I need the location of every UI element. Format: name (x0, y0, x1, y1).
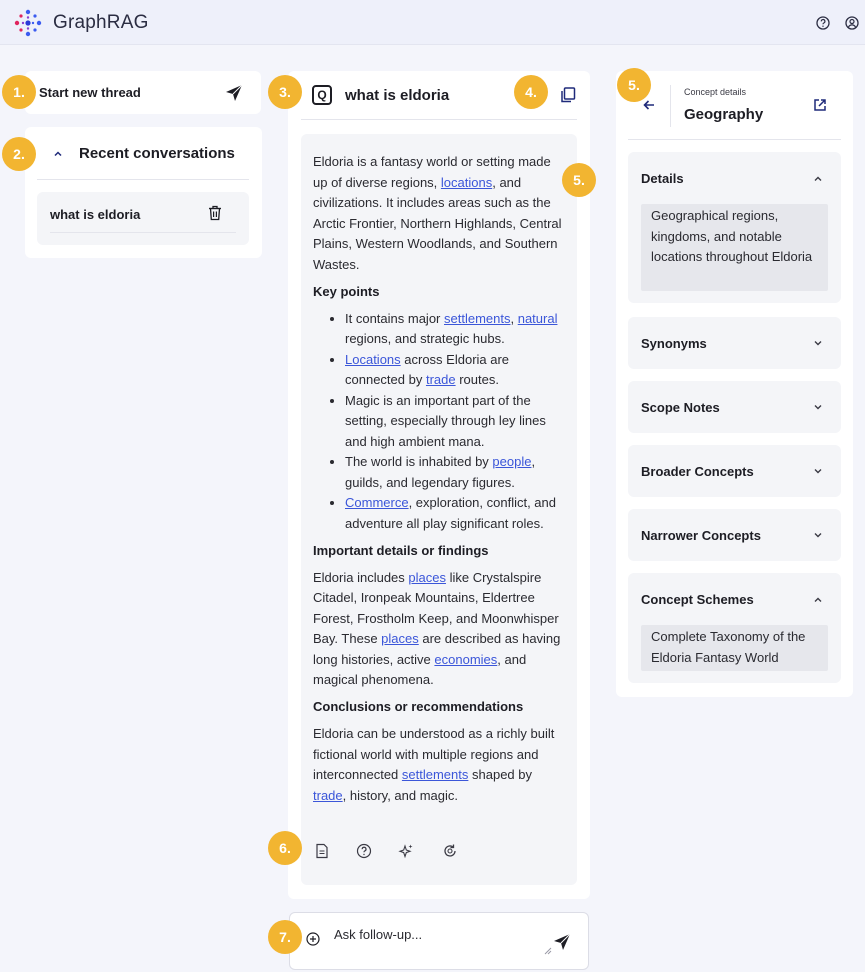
brand-name: GraphRAG (53, 12, 149, 33)
link-trade[interactable]: trade (426, 372, 456, 387)
concept-details-panel: Concept details Geography Details Geogra… (616, 71, 853, 697)
question-title: what is eldoria (345, 87, 450, 104)
annotation-badge: 1. (2, 75, 36, 109)
link-natural[interactable]: natural (518, 311, 558, 326)
section-narrower-concepts[interactable]: Narrower Concepts (628, 509, 841, 561)
section-details: Details Geographical regions, kingdoms, … (628, 152, 841, 303)
conversation-item[interactable]: what is eldoria (37, 192, 249, 245)
section-details-title: Details (641, 171, 684, 186)
divider (670, 85, 671, 127)
section-concept-schemes-title: Concept Schemes (641, 592, 754, 607)
list-item: Commerce, exploration, conflict, and adv… (345, 493, 565, 534)
link-places[interactable]: places (381, 631, 419, 646)
follow-up-composer (289, 912, 589, 970)
list-item: Magic is an important part of the settin… (345, 391, 565, 453)
link-places[interactable]: places (408, 570, 446, 585)
add-attachment-icon[interactable] (306, 932, 320, 946)
link-settlements[interactable]: settlements (444, 311, 510, 326)
section-broader-concepts[interactable]: Broader Concepts (628, 445, 841, 497)
start-new-thread-label: Start new thread (39, 85, 141, 100)
section-synonyms-title: Synonyms (641, 336, 707, 351)
link-trade[interactable]: trade (313, 788, 343, 803)
concept-details-label: Concept details (684, 87, 747, 97)
follow-up-input[interactable] (334, 927, 534, 942)
start-new-thread-button[interactable]: Start new thread (25, 71, 261, 114)
chevron-down-icon[interactable] (813, 530, 823, 540)
top-bar: GraphRAG (0, 0, 865, 45)
document-icon[interactable] (314, 843, 330, 859)
annotation-badge: 2. (2, 137, 36, 171)
link-locations[interactable]: Locations (345, 352, 401, 367)
list-item: Locations across Eldoria are connected b… (345, 350, 565, 391)
chevron-down-icon[interactable] (813, 402, 823, 412)
link-economies[interactable]: economies (434, 652, 497, 667)
section-concept-schemes-body: Complete Taxonomy of the Eldoria Fantasy… (641, 625, 828, 671)
divider (37, 179, 249, 180)
conversation-label: what is eldoria (50, 207, 141, 222)
key-points-heading: Key points (313, 283, 380, 299)
link-settlements[interactable]: settlements (402, 767, 468, 782)
chevron-down-icon[interactable] (813, 466, 823, 476)
thread-panel: Q what is eldoria Eldoria is a fantasy w… (288, 71, 590, 899)
answer-intro: Eldoria is a fantasy world or setting ma… (313, 154, 562, 272)
help-circle-icon[interactable] (356, 843, 372, 859)
chevron-up-icon[interactable] (813, 595, 823, 605)
key-points-list: It contains major settlements, natural r… (331, 309, 565, 535)
concept-title: Geography (684, 106, 764, 123)
section-narrower-concepts-title: Narrower Concepts (641, 528, 761, 543)
section-scope-notes-title: Scope Notes (641, 400, 720, 415)
details-paragraph: Eldoria includes places like Crystalspir… (313, 569, 561, 688)
chevron-up-icon[interactable] (813, 174, 823, 184)
external-link-icon[interactable] (813, 98, 827, 112)
graphrag-logo-icon (14, 9, 42, 37)
conclusions-paragraph: Eldoria can be understood as a richly bu… (313, 726, 555, 803)
list-item: The world is inhabited by people, guilds… (345, 452, 565, 493)
user-profile-icon[interactable] (845, 16, 859, 30)
annotation-badge: 7. (268, 920, 302, 954)
annotation-badge: 4. (514, 75, 548, 109)
list-item: It contains major settlements, natural r… (345, 309, 565, 350)
conclusions-heading: Conclusions or recommendations (313, 699, 524, 714)
section-details-body: Geographical regions, kingdoms, and nota… (641, 204, 828, 291)
link-people[interactable]: people (492, 454, 531, 469)
sparkles-icon[interactable] (398, 843, 414, 859)
annotation-badge: 3. (268, 75, 302, 109)
chevron-up-icon[interactable] (53, 149, 63, 159)
copy-icon[interactable] (560, 87, 576, 103)
trash-icon[interactable] (208, 205, 222, 221)
chevron-down-icon[interactable] (813, 338, 823, 348)
recent-conversations-panel: Recent conversations what is eldoria (25, 127, 262, 258)
refresh-icon[interactable] (442, 843, 458, 859)
send-button[interactable] (552, 932, 572, 952)
section-scope-notes[interactable]: Scope Notes (628, 381, 841, 433)
send-icon (226, 84, 243, 101)
arrow-left-icon[interactable] (642, 98, 656, 112)
section-broader-concepts-title: Broader Concepts (641, 464, 754, 479)
section-synonyms[interactable]: Synonyms (628, 317, 841, 369)
help-icon[interactable] (816, 16, 830, 30)
question-icon: Q (312, 85, 332, 105)
resize-handle-icon[interactable] (542, 945, 552, 955)
divider (628, 139, 841, 140)
section-concept-schemes: Concept Schemes Complete Taxonomy of the… (628, 573, 841, 683)
link-locations[interactable]: locations (441, 175, 492, 190)
annotation-badge: 6. (268, 831, 302, 865)
details-heading: Important details or findings (313, 542, 489, 558)
annotation-badge: 5. (617, 68, 651, 102)
divider (50, 232, 236, 233)
annotation-badge: 5. (562, 163, 596, 197)
recent-conversations-title: Recent conversations (79, 145, 235, 162)
divider (301, 119, 577, 120)
answer-body: Eldoria is a fantasy world or setting ma… (301, 134, 577, 885)
link-commerce[interactable]: Commerce (345, 495, 409, 510)
